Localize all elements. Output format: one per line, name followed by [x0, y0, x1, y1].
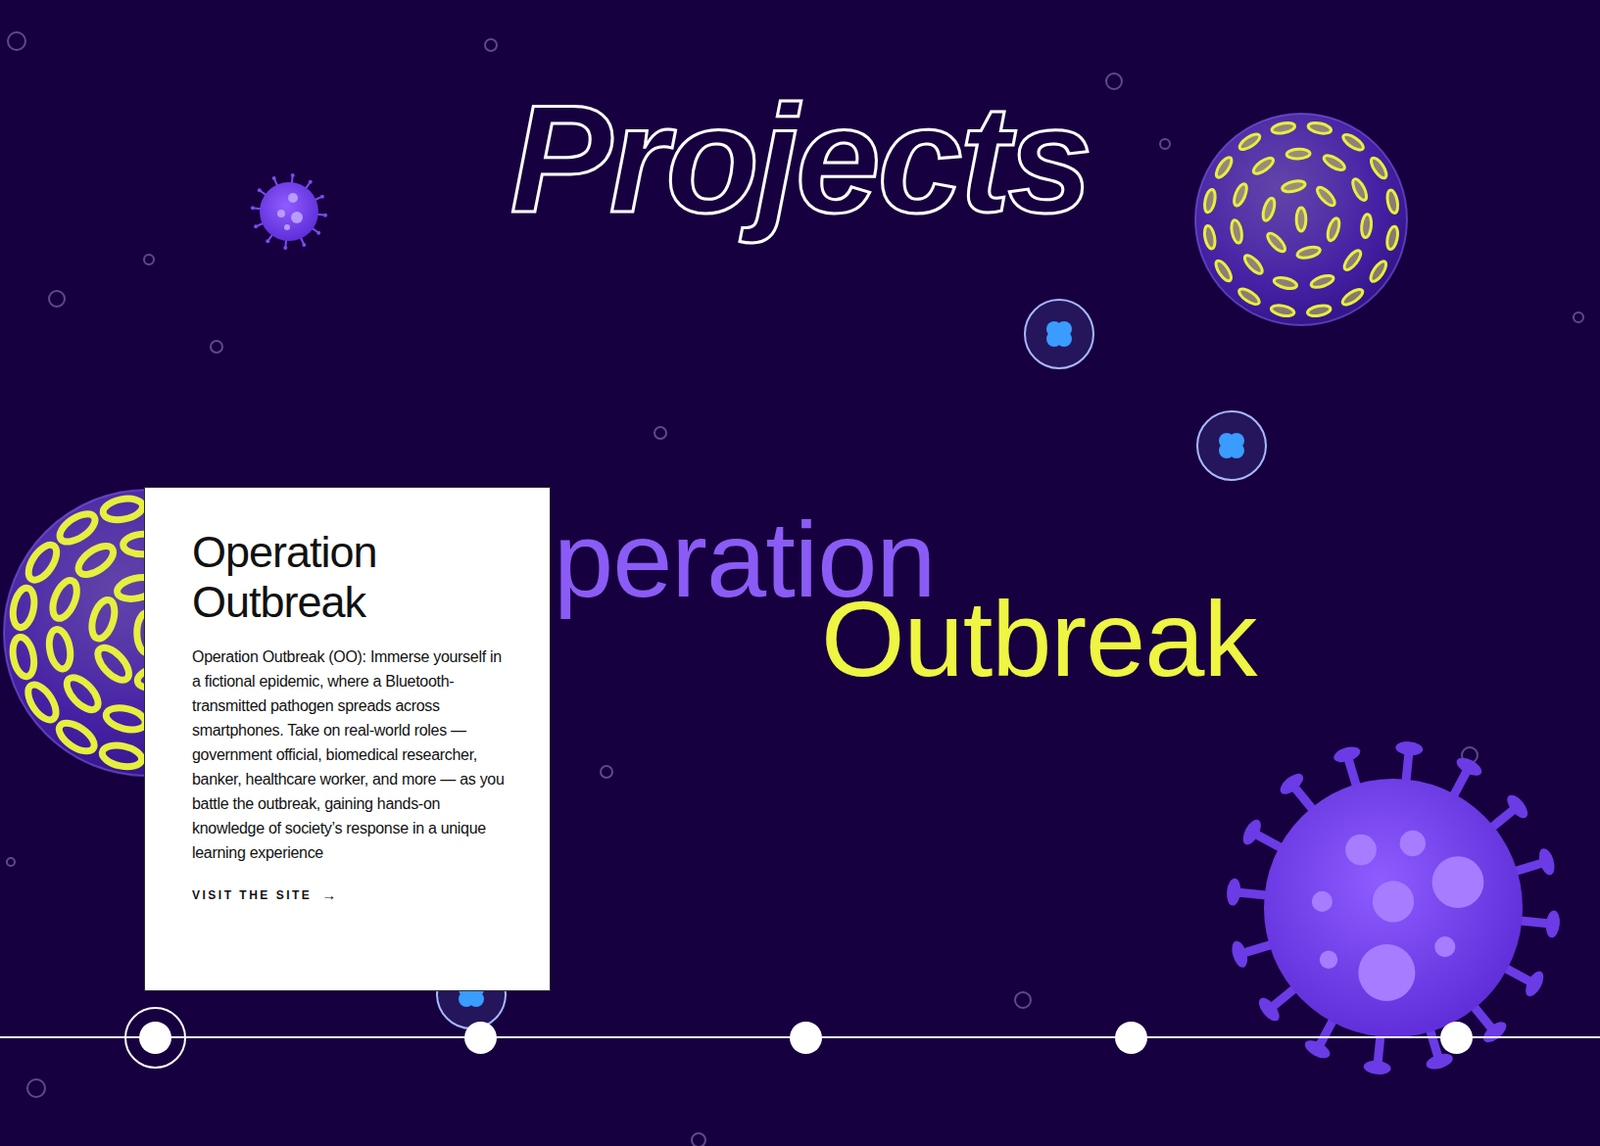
bubble-icon [27, 1079, 46, 1098]
logo-line-2: Outbreak [821, 584, 1257, 693]
bubble-icon [1106, 73, 1122, 90]
project-card: Operation Outbreak Operation Outbreak (O… [144, 486, 551, 992]
bubble-icon [7, 32, 26, 50]
ringed-sphere-icon [1195, 113, 1407, 326]
bubble-icon [484, 39, 497, 51]
link-label: VISIT THE SITE [192, 888, 312, 903]
bubble-icon [691, 1133, 706, 1146]
bubble-icon [210, 340, 223, 353]
project-slide: Operation Outbreak Operation Outbreak (O… [0, 486, 1600, 1021]
spiky-virus-icon [1225, 740, 1561, 1076]
timeline-dot[interactable] [1440, 1021, 1473, 1055]
cell-bubble-icon [1197, 411, 1266, 481]
timeline-dot[interactable] [464, 1021, 497, 1055]
bubble-icon [1015, 992, 1031, 1009]
arrow-icon: → [321, 886, 337, 904]
page-header: Projects [0, 0, 1600, 487]
projects-page: peration Outbreak Projects Operation Out… [0, 0, 1600, 1146]
project-timeline [0, 1020, 1600, 1055]
bubble-icon [654, 427, 667, 439]
page-title: Projects [490, 82, 1111, 269]
small-virus-icon [250, 173, 328, 250]
card-description: Operation Outbreak (OO): Immerse yoursel… [192, 644, 511, 866]
timeline-dot[interactable] [1115, 1021, 1148, 1055]
bubble-icon [600, 766, 613, 778]
bubble-icon [48, 290, 65, 307]
cell-bubble-icon [1024, 299, 1094, 369]
bubble-icon [144, 254, 154, 265]
bubble-icon [1461, 747, 1478, 764]
bubble-icon [1160, 139, 1170, 149]
timeline-dot[interactable] [139, 1021, 172, 1055]
bubble-icon [1573, 312, 1584, 323]
bubble-icon [6, 858, 15, 867]
card-title: Operation Outbreak [192, 527, 511, 628]
timeline-dot[interactable] [789, 1021, 823, 1055]
visit-site-link[interactable]: VISIT THE SITE → [192, 886, 511, 904]
